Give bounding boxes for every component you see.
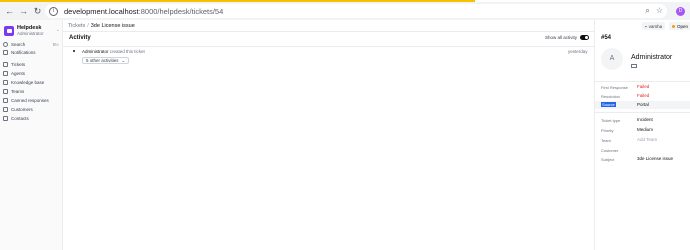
other-activities-button[interactable]: 5 other activities ⌄ (82, 57, 130, 64)
status-label: Open (677, 23, 689, 29)
sla-resolution-label: Resolution (601, 94, 620, 99)
url-text: development.localhost:8000/helpdesk/tick… (64, 7, 223, 16)
status-dot-icon (672, 24, 675, 28)
ticket-type-label: Ticket type (601, 118, 621, 123)
divider (63, 46, 594, 47)
sidebar-item-teams[interactable]: Teams (3, 87, 61, 95)
other-activities-label: 5 other activities (86, 57, 119, 63)
sidebar-item-label: Notifications (11, 49, 36, 55)
sidebar-item-label: Canned responses (11, 97, 49, 103)
assignee-chip[interactable]: ▪ varsha (642, 22, 666, 30)
reload-icon[interactable]: ↻ (32, 6, 43, 17)
bell-icon (3, 49, 8, 55)
activity-entry: Administrator created this ticket (82, 49, 145, 54)
contact-avatar: A (601, 48, 623, 70)
sidebar-item-contacts[interactable]: Contacts (3, 114, 61, 122)
ticket-icon (3, 61, 8, 67)
bookmark-star-icon[interactable]: ☆ (656, 6, 663, 16)
status-dropdown[interactable]: Open (669, 22, 690, 30)
source-value: Portal (637, 102, 649, 107)
sidebar-item-customers[interactable]: Customers (3, 105, 61, 113)
brand-role: Administrator (17, 31, 44, 36)
sidebar-item-tickets[interactable]: Tickets (3, 60, 61, 68)
breadcrumb-current: 3de License issue (90, 22, 135, 29)
browser-toolbar: ← → ↻ i development.localhost:8000/helpd… (0, 2, 690, 20)
sidebar-item-canned-responses[interactable]: Canned responses (3, 96, 61, 104)
agent-icon (3, 70, 8, 76)
customer-label: Customer (601, 148, 619, 153)
mail-icon[interactable] (631, 64, 637, 68)
contact-icon (3, 115, 8, 121)
breadcrumb-tickets[interactable]: Tickets (68, 23, 85, 29)
divider (595, 112, 690, 113)
divider (595, 81, 690, 82)
ticket-main: Tickets / 3de License issue Activity Sho… (63, 20, 594, 250)
priority-select[interactable]: Medium (637, 127, 653, 132)
profile-avatar[interactable]: D (676, 7, 685, 16)
sidebar: Helpdesk Administrator ⌄ Search ⌘K Notif… (0, 20, 63, 250)
sidebar-item-label: Knowledge base (11, 79, 45, 85)
subject-label: Subject (601, 157, 615, 162)
sidebar-item-label: Teams (11, 88, 25, 94)
sla-first-response-value: Failed (637, 84, 650, 89)
sidebar-search-label: Search (11, 41, 26, 47)
helpdesk-logo-icon (4, 26, 14, 36)
sla-resolution-value: Failed (637, 93, 650, 98)
sidebar-item-agents[interactable]: Agents (3, 69, 61, 77)
message-icon (3, 97, 8, 103)
team-select[interactable]: Add Team (637, 137, 657, 142)
sidebar-search[interactable]: Search ⌘K (3, 40, 61, 48)
forward-icon[interactable]: → (18, 6, 29, 17)
sidebar-item-label: Contacts (11, 115, 29, 121)
ticket-details-panel: ▪ varsha Open #54 A Administrator First … (594, 20, 690, 250)
sidebar-item-label: Customers (11, 106, 33, 112)
activity-dot-icon (73, 50, 75, 52)
chevron-down-icon: ⌄ (55, 27, 60, 33)
ticket-type-select[interactable]: Incident (637, 117, 653, 122)
building-icon (3, 106, 8, 112)
team-label: Team (601, 138, 611, 143)
sidebar-item-knowledge-base[interactable]: Knowledge base (3, 78, 61, 86)
book-icon (3, 79, 8, 85)
contact-name: Administrator (631, 54, 673, 61)
back-icon[interactable]: ← (4, 6, 15, 17)
subject-input[interactable]: 3de License issue (637, 156, 673, 161)
assignee-label: varsha (648, 23, 663, 29)
activity-actor: Administrator (82, 49, 109, 54)
breadcrumb: Tickets / 3de License issue (63, 20, 594, 32)
activity-action: created this ticket (109, 49, 145, 54)
search-shortcut: ⌘K (52, 41, 59, 47)
sla-first-response-label: First Response (601, 85, 628, 90)
url-host: development.localhost (64, 6, 139, 16)
activity-title: Activity (69, 35, 91, 41)
customer-select[interactable] (637, 147, 685, 153)
breadcrumb-separator: / (87, 22, 89, 29)
sidebar-item-label: Tickets (11, 61, 26, 67)
user-icon: ▪ (645, 23, 647, 29)
search-icon (3, 41, 8, 47)
show-all-toggle[interactable] (580, 35, 590, 40)
site-info-icon[interactable]: i (49, 6, 58, 16)
source-label: Source (601, 102, 616, 107)
zoom-icon[interactable]: ⌕ (645, 6, 649, 16)
sidebar-item-notifications[interactable]: Notifications (3, 48, 61, 56)
activity-time: yesterday (568, 49, 588, 54)
brand-switcher[interactable]: Helpdesk Administrator ⌄ (4, 24, 60, 38)
sidebar-item-label: Agents (11, 70, 26, 76)
ticket-number: #54 (601, 35, 612, 41)
url-path: :8000/helpdesk/tickets/54 (138, 6, 224, 16)
address-bar[interactable]: i development.localhost:8000/helpdesk/ti… (45, 4, 667, 18)
show-all-label: Show all activity (545, 35, 578, 40)
priority-label: Priority (601, 128, 614, 133)
show-all-activity[interactable]: Show all activity (545, 35, 590, 40)
team-icon (3, 88, 8, 94)
chevron-down-icon: ⌄ (121, 57, 126, 63)
